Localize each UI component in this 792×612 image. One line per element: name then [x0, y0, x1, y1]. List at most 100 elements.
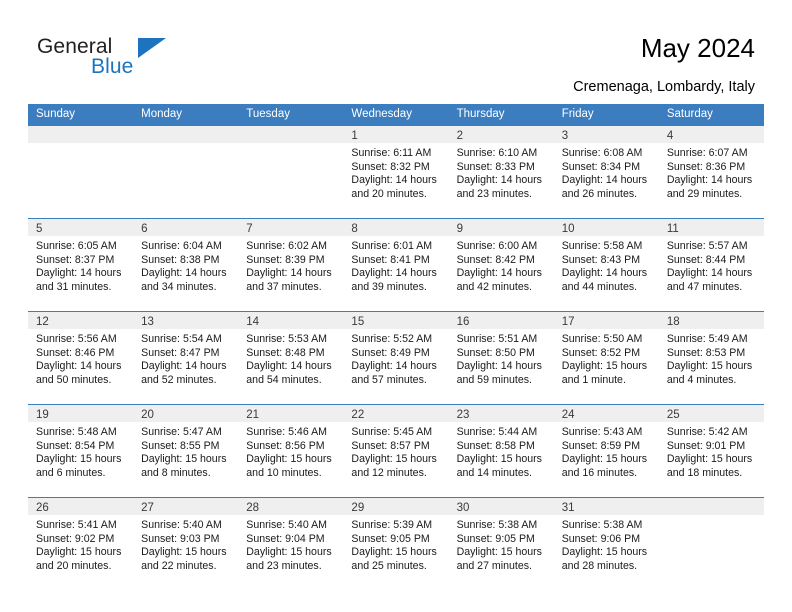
calendar-day-cell-empty — [28, 126, 134, 218]
calendar-day-cell[interactable]: 12 Sunrise: 5:56 AM Sunset: 8:46 PM Dayligh… — [28, 312, 134, 404]
day-details: Sunrise: 5:49 AM Sunset: 8:53 PM Daylight:… — [659, 329, 764, 387]
calendar-day-cell[interactable]: 7 Sunrise: 6:02 AM Sunset: 8:39 PM Daylight… — [238, 219, 344, 311]
sunset-text: Sunset: 8:46 PM — [36, 346, 115, 359]
calendar-day-cell[interactable]: 15 Sunrise: 5:52 AM Sunset: 8:49 PM Dayligh… — [343, 312, 449, 404]
calendar-day-cell[interactable]: 19 Sunrise: 5:48 AM Sunset: 8:54 PM Dayligh… — [28, 405, 134, 497]
sunrise-text: Sunrise: 5:42 AM — [666, 426, 748, 438]
sunset-text: Sunset: 8:58 PM — [456, 439, 535, 452]
daylight-text-line1: Daylight: 15 hours — [666, 360, 753, 373]
day-number: 25 — [666, 409, 680, 421]
calendar-day-cell[interactable]: 5 Sunrise: 6:05 AM Sunset: 8:37 PM Daylight… — [28, 219, 134, 311]
day-number: 28 — [246, 502, 260, 514]
calendar-day-cell[interactable]: 3 Sunrise: 6:08 AM Sunset: 8:34 PM Daylight… — [553, 126, 659, 218]
daylight-text-line1: Daylight: 14 hours — [666, 267, 753, 280]
day-number-band: 20 — [133, 405, 239, 422]
day-number-band: 17 — [553, 312, 659, 329]
day-number-band: 4 — [658, 126, 764, 143]
sunrise-text: Sunrise: 5:51 AM — [456, 333, 538, 345]
calendar-day-cell[interactable]: 16 Sunrise: 5:51 AM Sunset: 8:50 PM Dayligh… — [448, 312, 554, 404]
day-number-band: 30 — [448, 498, 554, 515]
sunset-text: Sunset: 8:50 PM — [456, 346, 535, 359]
calendar-day-cell[interactable]: 28 Sunrise: 5:40 AM Sunset: 9:04 PM Dayligh… — [238, 498, 344, 585]
daylight-text-line2: and 37 minutes. — [246, 280, 322, 293]
weekday-header-saturday: Saturday — [666, 108, 713, 120]
calendar-day-cell[interactable]: 8 Sunrise: 6:01 AM Sunset: 8:41 PM Daylight… — [343, 219, 449, 311]
sunrise-text: Sunrise: 5:45 AM — [351, 426, 433, 438]
calendar-week-row: 26 Sunrise: 5:41 AM Sunset: 9:02 PM Dayligh… — [28, 497, 764, 585]
day-details: Sunrise: 5:38 AM Sunset: 9:06 PM Daylight:… — [554, 515, 659, 573]
daylight-text-line1: Daylight: 15 hours — [141, 453, 227, 466]
logo-flag-icon — [138, 38, 166, 58]
daylight-text-line1: Daylight: 15 hours — [456, 453, 542, 466]
day-number: 3 — [561, 130, 569, 142]
calendar-day-cell[interactable]: 13 Sunrise: 5:54 AM Sunset: 8:47 PM Dayligh… — [133, 312, 239, 404]
day-number: 8 — [351, 223, 358, 235]
calendar-day-cell[interactable]: 11 Sunrise: 5:57 AM Sunset: 8:44 PM Dayligh… — [658, 219, 764, 311]
day-number-band: 6 — [133, 219, 239, 236]
day-number-band: 12 — [28, 312, 134, 329]
sunrise-text: Sunrise: 6:10 AM — [456, 147, 538, 159]
day-details: Sunrise: 6:02 AM Sunset: 8:39 PM Daylight:… — [238, 236, 343, 294]
calendar-day-cell[interactable]: 9 Sunrise: 6:00 AM Sunset: 8:42 PM Daylight… — [448, 219, 554, 311]
daylight-text-line2: and 26 minutes. — [561, 187, 638, 200]
day-details: Sunrise: 5:54 AM Sunset: 8:47 PM Daylight:… — [133, 329, 238, 387]
day-number: 15 — [351, 316, 365, 328]
calendar-day-cell[interactable]: 17 Sunrise: 5:50 AM Sunset: 8:52 PM Dayligh… — [553, 312, 659, 404]
calendar-day-cell[interactable]: 18 Sunrise: 5:49 AM Sunset: 8:53 PM Dayligh… — [658, 312, 764, 404]
daylight-text-line1: Daylight: 14 hours — [141, 360, 227, 373]
calendar-week-row: 19 Sunrise: 5:48 AM Sunset: 8:54 PM Dayligh… — [28, 404, 764, 497]
weekday-header-tuesday: Tuesday — [246, 108, 290, 120]
calendar-day-cell[interactable]: 6 Sunrise: 6:04 AM Sunset: 8:38 PM Daylight… — [133, 219, 239, 311]
calendar-day-cell[interactable]: 27 Sunrise: 5:40 AM Sunset: 9:03 PM Dayligh… — [133, 498, 239, 585]
calendar-day-cell[interactable]: 1 Sunrise: 6:11 AM Sunset: 8:32 PM Daylight… — [343, 126, 449, 218]
daylight-text-line2: and 1 minute. — [561, 373, 626, 386]
sunrise-text: Sunrise: 5:53 AM — [246, 333, 327, 345]
sunrise-text: Sunrise: 6:05 AM — [36, 240, 117, 252]
calendar-day-cell[interactable]: 24 Sunrise: 5:43 AM Sunset: 8:59 PM Dayligh… — [553, 405, 659, 497]
calendar-day-cell[interactable]: 26 Sunrise: 5:41 AM Sunset: 9:02 PM Dayligh… — [28, 498, 134, 585]
sunset-text: Sunset: 8:33 PM — [456, 160, 535, 173]
calendar-day-cell[interactable]: 2 Sunrise: 6:10 AM Sunset: 8:33 PM Daylight… — [448, 126, 554, 218]
daylight-text-line2: and 44 minutes. — [561, 280, 638, 293]
day-details: Sunrise: 5:52 AM Sunset: 8:49 PM Daylight:… — [343, 329, 448, 387]
sunset-text: Sunset: 8:43 PM — [561, 253, 641, 266]
daylight-text-line1: Daylight: 15 hours — [246, 453, 332, 466]
daylight-text-line2: and 27 minutes. — [456, 559, 532, 572]
calendar-day-cell[interactable]: 25 Sunrise: 5:42 AM Sunset: 9:01 PM Dayligh… — [658, 405, 764, 497]
calendar-day-cell[interactable]: 20 Sunrise: 5:47 AM Sunset: 8:55 PM Dayligh… — [133, 405, 239, 497]
sunrise-text: Sunrise: 6:00 AM — [456, 240, 538, 252]
day-details: Sunrise: 5:53 AM Sunset: 8:48 PM Daylight:… — [238, 329, 343, 387]
daylight-text-line1: Daylight: 15 hours — [561, 453, 648, 466]
day-number-band: 2 — [448, 126, 554, 143]
day-number: 6 — [141, 223, 148, 235]
day-details: Sunrise: 6:08 AM Sunset: 8:34 PM Daylight:… — [554, 143, 659, 201]
daylight-text-line2: and 23 minutes. — [456, 187, 532, 200]
calendar-day-cell[interactable]: 10 Sunrise: 5:58 AM Sunset: 8:43 PM Dayligh… — [553, 219, 659, 311]
daylight-text-line1: Daylight: 14 hours — [561, 267, 648, 280]
day-details: Sunrise: 5:50 AM Sunset: 8:52 PM Daylight:… — [554, 329, 659, 387]
daylight-text-line2: and 54 minutes. — [246, 373, 322, 386]
daylight-text-line2: and 4 minutes. — [666, 373, 737, 386]
day-number-band: 10 — [553, 219, 659, 236]
calendar-day-cell[interactable]: 23 Sunrise: 5:44 AM Sunset: 8:58 PM Dayligh… — [448, 405, 554, 497]
daylight-text-line1: Daylight: 15 hours — [456, 546, 542, 559]
calendar-day-cell[interactable]: 4 Sunrise: 6:07 AM Sunset: 8:36 PM Daylight… — [658, 126, 764, 218]
calendar-day-cell[interactable]: 30 Sunrise: 5:38 AM Sunset: 9:05 PM Dayligh… — [448, 498, 554, 585]
daylight-text-line2: and 20 minutes. — [36, 559, 112, 572]
sunset-text: Sunset: 9:05 PM — [351, 532, 430, 545]
calendar-day-cell[interactable]: 14 Sunrise: 5:53 AM Sunset: 8:48 PM Dayligh… — [238, 312, 344, 404]
calendar-day-cell[interactable]: 29 Sunrise: 5:39 AM Sunset: 9:05 PM Dayligh… — [343, 498, 449, 585]
calendar-day-cell[interactable]: 22 Sunrise: 5:45 AM Sunset: 8:57 PM Dayligh… — [343, 405, 449, 497]
generalblue-logo[interactable]: General Blue — [37, 36, 237, 86]
sunset-text: Sunset: 8:38 PM — [141, 253, 220, 266]
sunset-text: Sunset: 9:05 PM — [456, 532, 535, 545]
weekday-header-wednesday: Wednesday — [351, 108, 412, 120]
day-details: Sunrise: 5:43 AM Sunset: 8:59 PM Daylight:… — [554, 422, 659, 480]
calendar-day-cell[interactable]: 31 Sunrise: 5:38 AM Sunset: 9:06 PM Dayligh… — [553, 498, 659, 585]
sunrise-text: Sunrise: 6:04 AM — [141, 240, 222, 252]
calendar-day-cell[interactable]: 21 Sunrise: 5:46 AM Sunset: 8:56 PM Dayligh… — [238, 405, 344, 497]
day-details: Sunrise: 6:10 AM Sunset: 8:33 PM Daylight:… — [449, 143, 554, 201]
sunset-text: Sunset: 8:37 PM — [36, 253, 115, 266]
day-number-band: 11 — [658, 219, 764, 236]
sunrise-text: Sunrise: 5:48 AM — [36, 426, 117, 438]
